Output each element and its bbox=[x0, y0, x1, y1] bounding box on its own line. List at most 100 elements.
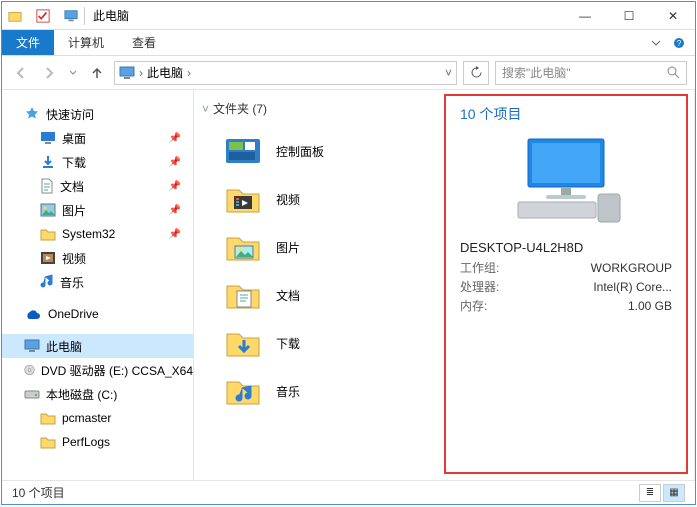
search-input[interactable]: 搜索"此电脑" bbox=[495, 61, 687, 85]
item-music[interactable]: 音乐 bbox=[202, 367, 432, 415]
tab-file[interactable]: 文件 bbox=[2, 30, 54, 55]
content-area: ˅ 文件夹 (7) 控制面板 视频 图片 文档 bbox=[194, 90, 695, 480]
nav-desktop[interactable]: 桌面📌 bbox=[2, 126, 193, 150]
nav-pcmaster[interactable]: pcmaster bbox=[2, 406, 193, 430]
pin-icon: 📌 bbox=[169, 133, 181, 144]
monitor-icon bbox=[24, 339, 40, 353]
address-dropdown[interactable]: ˅ bbox=[445, 66, 452, 80]
document-icon bbox=[40, 178, 54, 194]
nav-c-drive[interactable]: 本地磁盘 (C:) bbox=[2, 382, 193, 406]
disc-icon bbox=[24, 362, 35, 378]
body: 快速访问 桌面📌 下载📌 文档📌 图片📌 System32📌 视频 音乐 One… bbox=[2, 90, 695, 480]
status-text: 10 个项目 bbox=[12, 484, 65, 501]
details-pane: 10 个项目 DESKTOP-U4L2H8D 工作组:WORKGROUP 处理器… bbox=[444, 94, 688, 474]
nav-onedrive[interactable]: OneDrive bbox=[2, 302, 193, 326]
svg-text:?: ? bbox=[677, 39, 682, 48]
pin-icon: 📌 bbox=[169, 157, 181, 168]
desktop-icon bbox=[40, 131, 56, 145]
crumb-separator: › bbox=[139, 66, 143, 80]
downloads-icon bbox=[40, 154, 56, 170]
view-details-button[interactable]: ≣ bbox=[639, 484, 661, 502]
qat bbox=[8, 9, 78, 23]
music-folder-icon bbox=[224, 372, 262, 410]
item-downloads[interactable]: 下载 bbox=[202, 319, 432, 367]
maximize-button[interactable]: ☐ bbox=[607, 2, 651, 30]
minimize-button[interactable]: — bbox=[563, 2, 607, 30]
video-icon bbox=[40, 251, 56, 265]
pin-icon: 📌 bbox=[169, 205, 181, 216]
nav-perflogs[interactable]: PerfLogs bbox=[2, 430, 193, 454]
view-tiles-button[interactable]: ▦ bbox=[663, 484, 685, 502]
group-header-folders[interactable]: ˅ 文件夹 (7) bbox=[202, 100, 432, 117]
tab-view[interactable]: 查看 bbox=[118, 30, 170, 55]
status-bar: 10 个项目 ≣ ▦ bbox=[2, 480, 695, 504]
row-memory: 内存:1.00 GB bbox=[460, 297, 672, 316]
nav-documents[interactable]: 文档📌 bbox=[2, 174, 193, 198]
nav-videos[interactable]: 视频 bbox=[2, 246, 193, 270]
folder-icon bbox=[40, 435, 56, 449]
monitor-icon bbox=[64, 9, 78, 23]
search-placeholder: 搜索"此电脑" bbox=[502, 64, 571, 81]
folder-icon bbox=[40, 411, 56, 425]
view-buttons: ≣ ▦ bbox=[639, 484, 685, 502]
item-documents[interactable]: 文档 bbox=[202, 271, 432, 319]
window-controls: — ☐ ✕ bbox=[563, 2, 695, 30]
pictures-folder-icon bbox=[224, 228, 262, 266]
help-icon[interactable]: ? bbox=[673, 37, 685, 49]
titlebar: 此电脑 — ☐ ✕ bbox=[2, 2, 695, 30]
up-button[interactable] bbox=[86, 62, 108, 84]
forward-button[interactable] bbox=[38, 62, 60, 84]
monitor-icon bbox=[119, 66, 135, 80]
arrow-up-icon bbox=[90, 66, 104, 80]
documents-folder-icon bbox=[224, 276, 262, 314]
nav-row: › 此电脑 › ˅ 搜索"此电脑" bbox=[2, 56, 695, 90]
refresh-button[interactable] bbox=[463, 61, 489, 85]
control-panel-icon bbox=[224, 132, 262, 170]
nav-downloads[interactable]: 下载📌 bbox=[2, 150, 193, 174]
recent-button[interactable] bbox=[66, 62, 80, 84]
folder-list: ˅ 文件夹 (7) 控制面板 视频 图片 文档 bbox=[194, 90, 440, 480]
row-workgroup: 工作组:WORKGROUP bbox=[460, 259, 672, 278]
pictures-icon bbox=[40, 203, 56, 217]
nav-system32[interactable]: System32📌 bbox=[2, 222, 193, 246]
nav-quick-access[interactable]: 快速访问 bbox=[2, 102, 193, 126]
computer-image-icon bbox=[506, 134, 626, 224]
star-icon bbox=[24, 106, 40, 122]
computer-name: DESKTOP-U4L2H8D bbox=[460, 240, 672, 255]
explorer-window: 此电脑 — ☐ ✕ 文件 计算机 查看 ? › 此电脑 › ˅ bbox=[1, 1, 696, 505]
crumb-thispc[interactable]: 此电脑 bbox=[147, 64, 183, 81]
panel-title: 10 个项目 bbox=[460, 104, 672, 124]
crumb-separator: › bbox=[187, 66, 191, 80]
downloads-folder-icon bbox=[224, 324, 262, 362]
close-button[interactable]: ✕ bbox=[651, 2, 695, 30]
chevron-down-icon: ˅ bbox=[202, 102, 209, 116]
cloud-icon bbox=[24, 308, 42, 320]
nav-thispc[interactable]: 此电脑 bbox=[2, 334, 193, 358]
window-title: 此电脑 bbox=[93, 7, 129, 24]
videos-folder-icon bbox=[224, 180, 262, 218]
ribbon-expand[interactable]: ? bbox=[641, 30, 695, 55]
ribbon: 文件 计算机 查看 ? bbox=[2, 30, 695, 56]
item-videos[interactable]: 视频 bbox=[202, 175, 432, 223]
back-button[interactable] bbox=[10, 62, 32, 84]
pin-icon: 📌 bbox=[169, 181, 181, 192]
drive-icon bbox=[24, 388, 40, 400]
nav-pictures[interactable]: 图片📌 bbox=[2, 198, 193, 222]
address-bar[interactable]: › 此电脑 › ˅ bbox=[114, 61, 457, 85]
tab-computer[interactable]: 计算机 bbox=[54, 30, 118, 55]
folder-icon bbox=[8, 9, 22, 23]
nav-music[interactable]: 音乐 bbox=[2, 270, 193, 294]
item-control-panel[interactable]: 控制面板 bbox=[202, 127, 432, 175]
search-icon bbox=[667, 66, 680, 79]
music-icon bbox=[40, 274, 54, 290]
refresh-icon bbox=[470, 66, 483, 79]
item-pictures[interactable]: 图片 bbox=[202, 223, 432, 271]
arrow-right-icon bbox=[42, 66, 56, 80]
separator bbox=[84, 7, 85, 25]
nav-pane: 快速访问 桌面📌 下载📌 文档📌 图片📌 System32📌 视频 音乐 One… bbox=[2, 90, 194, 480]
nav-dvd[interactable]: DVD 驱动器 (E:) CCSA_X64 bbox=[2, 358, 193, 382]
check-icon[interactable] bbox=[36, 9, 50, 23]
arrow-left-icon bbox=[14, 66, 28, 80]
row-cpu: 处理器:Intel(R) Core... bbox=[460, 278, 672, 297]
pin-icon: 📌 bbox=[169, 229, 181, 240]
